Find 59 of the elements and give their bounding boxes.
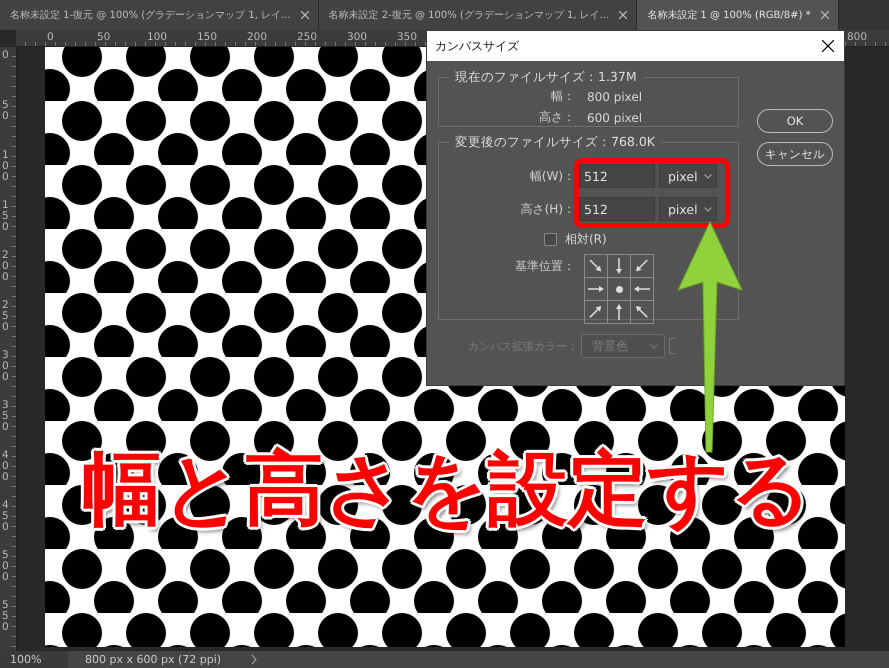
field-label: 幅： xyxy=(550,88,575,105)
anchor-cell[interactable] xyxy=(585,301,608,324)
ruler-label: 550 xyxy=(2,600,9,634)
unit-dropdown[interactable]: pixel xyxy=(659,197,717,221)
ruler-label: 100 xyxy=(2,150,9,184)
close-icon[interactable] xyxy=(822,40,834,52)
document-tab[interactable]: 名称未設定 1 @ 100% (RGB/8#) * xyxy=(637,0,839,30)
ruler-label: 800 xyxy=(847,31,868,43)
dialog-button[interactable]: キャンセル xyxy=(757,142,833,166)
anchor-cell[interactable] xyxy=(608,301,631,324)
caret-icon xyxy=(704,174,712,178)
document-tab[interactable]: 名称未設定 1-復元 @ 100% (グラデーションマップ 1, レイ... xyxy=(0,0,319,30)
dialog-button[interactable]: OK xyxy=(757,109,833,133)
ruler-label: 250 xyxy=(2,300,9,334)
group-legend: 変更後のファイルサイズ：768.0K xyxy=(449,134,661,151)
anchor-cell[interactable] xyxy=(585,278,608,301)
dialog-title: カンバスサイズ xyxy=(435,38,519,54)
checkbox-label: 相対(R) xyxy=(565,231,607,248)
unit-dropdown[interactable]: pixel xyxy=(659,164,717,188)
field-label: 基準位置： xyxy=(514,258,575,275)
document-tab[interactable]: 名称未設定 2-復元 @ 100% (グラデーションマップ 1, レイ... xyxy=(318,0,638,30)
ruler-label: 350 xyxy=(397,31,418,43)
ruler-label: 50 xyxy=(97,31,110,43)
field-label: 高さ： xyxy=(538,109,575,126)
caret-icon xyxy=(704,206,712,212)
ruler-label: 450 xyxy=(2,500,9,534)
anchor-cell[interactable] xyxy=(631,278,654,301)
group-legend: 現在のファイルサイズ：1.37M xyxy=(449,69,643,86)
document-info: 800 px x 600 px (72 ppi) xyxy=(85,653,222,666)
field-label: 高さ(H)： xyxy=(520,200,575,218)
ruler-label: 0 xyxy=(2,50,9,62)
caret-icon xyxy=(650,344,658,348)
ruler-label: 200 xyxy=(247,31,268,43)
anchor-cell[interactable] xyxy=(608,255,631,278)
ruler-label: 300 xyxy=(2,350,9,384)
input-field[interactable]: 512 xyxy=(579,197,655,221)
ruler-label: 200 xyxy=(2,250,9,284)
ruler-label: 400 xyxy=(2,450,9,484)
field-value: 600 pixel xyxy=(587,110,642,124)
field-label: 幅(W)： xyxy=(528,168,575,184)
input-field[interactable]: 512 xyxy=(579,164,655,188)
color-swatch[interactable] xyxy=(669,338,676,354)
ruler-label: 300 xyxy=(347,31,368,43)
ruler-label: 250 xyxy=(297,31,318,43)
anchor-cell[interactable] xyxy=(631,301,654,324)
anchor-cell[interactable] xyxy=(608,278,631,301)
ruler-label: 100 xyxy=(147,31,168,43)
anchor-cell[interactable] xyxy=(631,255,654,278)
ruler-label: 500 xyxy=(2,550,9,584)
ruler-label: 0 xyxy=(47,31,54,43)
checkbox[interactable] xyxy=(544,233,557,246)
anchor-cell[interactable] xyxy=(585,255,608,278)
ruler-label: 50 xyxy=(2,100,9,122)
ruler-label: 150 xyxy=(197,31,218,43)
ruler-label: 350 xyxy=(2,400,9,434)
zoom-level: 100% xyxy=(0,651,68,668)
ruler-label: 150 xyxy=(2,200,9,234)
chevron-icon[interactable] xyxy=(251,654,258,665)
field-value: 800 pixel xyxy=(587,90,642,104)
